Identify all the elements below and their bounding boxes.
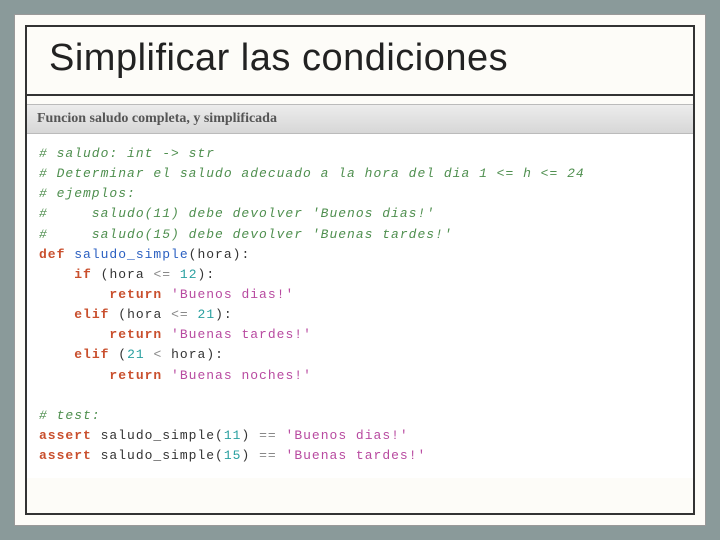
op-eq: == (259, 428, 277, 443)
op-eq: == (259, 448, 277, 463)
kw-elif: elif (74, 347, 109, 362)
kw-assert: assert (39, 448, 92, 463)
kw-elif: elif (74, 307, 109, 322)
op-le: <= (171, 307, 189, 322)
kw-def: def (39, 247, 65, 262)
str: 'Buenos dias!' (171, 287, 294, 302)
punct: ( (118, 347, 127, 362)
kw-assert: assert (39, 428, 92, 443)
punct: ) (241, 428, 250, 443)
ident: saludo_simple (101, 428, 215, 443)
punct: ( (215, 428, 224, 443)
num: 21 (198, 307, 216, 322)
kw-return: return (109, 368, 162, 383)
func-name: saludo_simple (74, 247, 188, 262)
punct: ) (241, 448, 250, 463)
num: 12 (180, 267, 198, 282)
str: 'Buenos dias!' (286, 428, 409, 443)
comment-line: # ejemplos: (39, 186, 136, 201)
punct: ): (215, 307, 233, 322)
punct: ): (198, 267, 216, 282)
slide-frame-outer: Simplificar las condiciones Funcion salu… (14, 14, 706, 526)
str: 'Buenas tardes!' (286, 448, 427, 463)
ident: hora (109, 267, 144, 282)
punct: ( (215, 448, 224, 463)
comment-line: # saludo: int -> str (39, 146, 215, 161)
comment-line: # saludo(11) debe devolver 'Buenos dias!… (39, 206, 435, 221)
op-lt: < (153, 347, 162, 362)
num: 15 (224, 448, 242, 463)
param: hora (197, 247, 232, 262)
op-le: <= (153, 267, 171, 282)
slide-title: Simplificar las condiciones (27, 27, 693, 94)
num: 21 (127, 347, 145, 362)
slide-frame-inner: Simplificar las condiciones Funcion salu… (25, 25, 695, 515)
spacer (27, 96, 693, 104)
code-caption: Funcion saludo completa, y simplificada (27, 104, 693, 134)
punct: ): (233, 247, 251, 262)
kw-if: if (74, 267, 92, 282)
punct: ( (118, 307, 127, 322)
comment-line: # saludo(15) debe devolver 'Buenas tarde… (39, 227, 453, 242)
punct: ): (206, 347, 224, 362)
num: 11 (224, 428, 242, 443)
ident: saludo_simple (101, 448, 215, 463)
kw-return: return (109, 287, 162, 302)
comment-line: # Determinar el saludo adecuado a la hor… (39, 166, 585, 181)
str: 'Buenas tardes!' (171, 327, 312, 342)
ident: hora (127, 307, 162, 322)
ident: hora (171, 347, 206, 362)
kw-return: return (109, 327, 162, 342)
comment-line: # test: (39, 408, 101, 423)
str: 'Buenas noches!' (171, 368, 312, 383)
code-block: # saludo: int -> str # Determinar el sal… (27, 134, 693, 478)
